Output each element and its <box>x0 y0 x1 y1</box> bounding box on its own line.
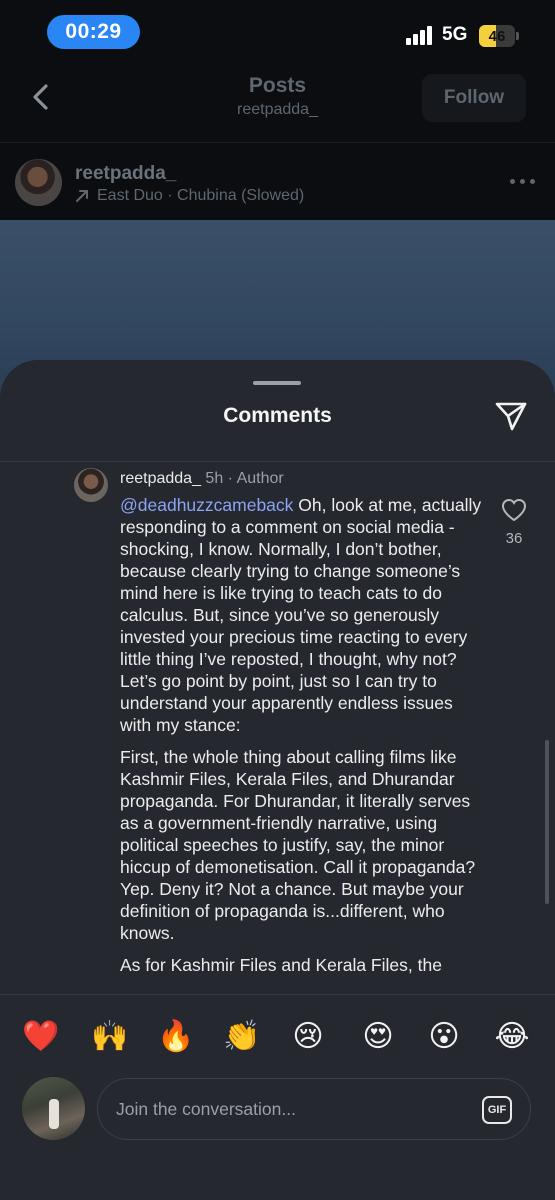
comment-like-count: 36 <box>505 530 523 547</box>
emoji-reaction-bar: ❤️ 🙌 🔥 👏 😢 😍 😮 😂 <box>0 1010 555 1062</box>
send-icon[interactable] <box>494 399 528 433</box>
heart-outline-glyph <box>501 498 527 522</box>
follow-button[interactable]: Follow <box>422 74 526 122</box>
comment-separator: · <box>227 470 233 487</box>
sheet-drag-handle[interactable] <box>253 381 301 385</box>
signal-icon <box>406 25 436 45</box>
heart-outline-icon[interactable] <box>501 498 527 522</box>
post-author-username[interactable]: reetpadda_ <box>75 163 176 185</box>
battery-icon: 46 <box>479 25 515 47</box>
comment-input[interactable]: Join the conversation... GIF <box>97 1078 531 1140</box>
comment-role: Author <box>236 470 284 487</box>
emoji-reaction[interactable]: 🔥 <box>150 1010 202 1062</box>
current-user-avatar <box>22 1077 85 1140</box>
comment-meta: reetpadda_ 5h · Author <box>120 470 284 488</box>
more-horizontal-icon[interactable] <box>510 179 536 187</box>
scrollbar[interactable] <box>545 740 549 904</box>
comment-paragraph: As for Kashmir Files and Kerala Files, t… <box>120 955 442 975</box>
arrow-up-right-icon <box>76 190 88 202</box>
network-label: 5G <box>442 24 468 45</box>
post-music-link[interactable]: East Duo · Chubina (Slowed) <box>75 187 304 205</box>
emoji-reaction[interactable]: ❤️ <box>15 1010 67 1062</box>
comment-username[interactable]: reetpadda_ <box>120 470 201 487</box>
emoji-reaction[interactable]: 👏 <box>216 1010 268 1062</box>
avatar-figure <box>49 1099 59 1129</box>
post-author-avatar[interactable] <box>15 159 62 206</box>
comment-time: 5h <box>205 470 224 487</box>
comment-input-placeholder: Join the conversation... <box>116 1099 296 1119</box>
comment-paragraph: @deadhuzzcameback Oh, look at me, actual… <box>120 494 485 736</box>
comment-author-avatar[interactable] <box>74 468 108 502</box>
comment-text: @deadhuzzcameback Oh, look at me, actual… <box>120 494 485 986</box>
emoji-reaction[interactable]: 😂 <box>486 1010 538 1062</box>
battery-cap <box>516 32 519 40</box>
header-divider <box>0 142 555 143</box>
gif-button[interactable]: GIF <box>482 1096 512 1124</box>
battery-percent: 46 <box>488 27 506 45</box>
comment-paragraph-text: Oh, look at me, actually responding to a… <box>120 495 482 735</box>
status-bar: 00:29 5G 46 <box>0 0 555 64</box>
composer-divider <box>0 994 555 995</box>
emoji-reaction[interactable]: 😮 <box>418 1010 470 1062</box>
comments-sheet: Comments reetpadda_ 5h · Author @deadhuz… <box>0 360 555 1200</box>
emoji-reaction[interactable]: 😢 <box>282 1010 334 1062</box>
status-time[interactable]: 00:29 <box>47 15 140 49</box>
sheet-title: Comments <box>223 404 332 427</box>
comment-mention[interactable]: @deadhuzzcameback <box>120 495 293 515</box>
emoji-reaction[interactable]: 😍 <box>352 1010 404 1062</box>
comment-paragraph: First, the whole thing about calling fil… <box>120 747 476 943</box>
comment-list[interactable]: reetpadda_ 5h · Author @deadhuzzcameback… <box>0 462 555 994</box>
send-icon-glyph <box>495 402 527 431</box>
emoji-reaction[interactable]: 🙌 <box>84 1010 136 1062</box>
post-music-label: East Duo · Chubina (Slowed) <box>97 187 305 204</box>
